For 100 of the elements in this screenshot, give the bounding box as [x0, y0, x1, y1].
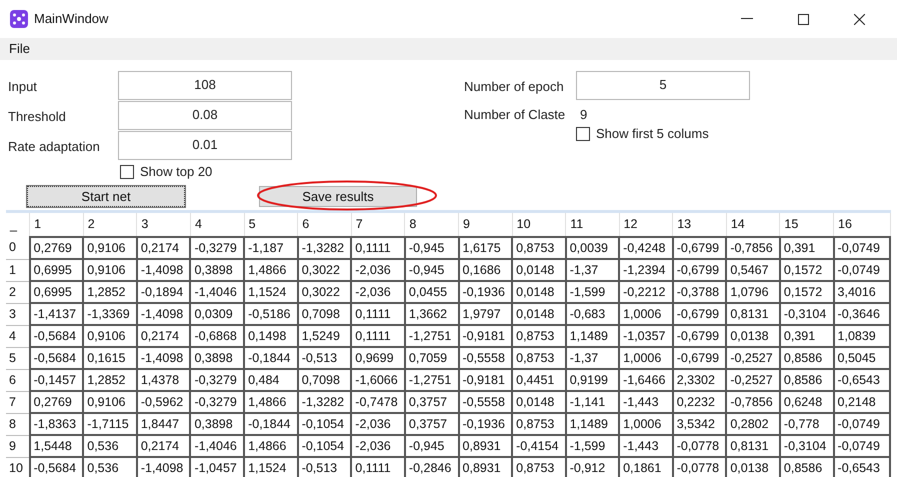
table-cell: 0,3757: [404, 413, 459, 435]
column-header[interactable]: 3: [136, 213, 190, 237]
table-cell: -0,1936: [458, 281, 512, 303]
column-header[interactable]: 13: [672, 213, 726, 237]
table-cell: -0,4248: [619, 237, 673, 259]
row-header: 1: [6, 259, 30, 281]
checkbox[interactable]: [120, 164, 134, 179]
row-header: 6: [6, 369, 30, 391]
table-cell: 0,8586: [780, 369, 834, 391]
table-cell: 0,2802: [726, 413, 780, 435]
column-header[interactable]: 16: [834, 213, 890, 237]
table-cell: 1,4866: [244, 391, 298, 413]
table-cell: 0,2148: [834, 391, 890, 413]
table-cell: -0,5684: [30, 347, 84, 369]
table-cell: 0,9106: [83, 325, 137, 347]
column-header[interactable]: 7: [351, 213, 405, 237]
table-cell: 0,5467: [726, 259, 780, 281]
table-cell: 0,6248: [780, 391, 834, 413]
table-cell: 3,5342: [672, 413, 726, 435]
table-cell: 0,0148: [512, 391, 566, 413]
table-cell: -0,0749: [834, 435, 890, 457]
input-field[interactable]: 0.01: [118, 130, 292, 160]
column-header[interactable]: 8: [404, 213, 459, 237]
table-cell: -0,2212: [619, 281, 673, 303]
field-label: Input: [8, 78, 38, 96]
column-header[interactable]: 2: [83, 213, 137, 237]
window-title: MainWindow: [34, 10, 108, 28]
table-cell: -1,3282: [298, 237, 352, 259]
table-cell: -0,9181: [458, 369, 512, 391]
table-cell: -0,3279: [190, 391, 244, 413]
table-cell: -2,036: [351, 259, 405, 281]
table-cell: 0,391: [780, 325, 834, 347]
table-cell: 0,7059: [404, 347, 459, 369]
table-cell: 0,6995: [30, 281, 84, 303]
field-label: Threshold: [8, 108, 67, 126]
column-header[interactable]: 9: [458, 213, 512, 237]
table-cell: -0,0749: [834, 259, 890, 281]
table-cell: 0,7098: [298, 303, 352, 325]
table-cell: -0,3788: [672, 281, 726, 303]
table-cell: 0,8131: [726, 303, 780, 325]
table-cell: 1,8447: [136, 413, 190, 435]
table-cell: -0,7856: [726, 391, 780, 413]
table-cell: 1,4378: [136, 369, 190, 391]
row-header: 4: [6, 325, 30, 347]
table-cell: 0,1572: [780, 259, 834, 281]
column-header[interactable]: 4: [190, 213, 244, 237]
column-header[interactable]: 10: [512, 213, 566, 237]
column-header[interactable]: 1: [30, 213, 84, 237]
column-header[interactable]: 12: [619, 213, 673, 237]
table-cell: 0,9106: [83, 391, 137, 413]
table-cell: 1,4866: [244, 435, 298, 457]
table-cell: -1,443: [619, 435, 673, 457]
table-cell: 0,391: [780, 237, 834, 259]
action-button[interactable]: Start net: [27, 186, 185, 206]
table-cell: -1,2394: [619, 259, 673, 281]
field-label: Rate adaptation: [8, 138, 101, 156]
table-cell: 0,9199: [566, 369, 620, 391]
table-cell: 0,1615: [83, 347, 137, 369]
column-header[interactable]: 11: [566, 213, 620, 237]
table-cell: -1,4098: [136, 259, 190, 281]
table-cell: 0,8753: [512, 347, 566, 369]
menu-item[interactable]: File: [4, 39, 35, 59]
table-cell: -0,3104: [780, 303, 834, 325]
column-header[interactable]: 6: [298, 213, 352, 237]
table-cell: 0,5045: [834, 347, 890, 369]
table-cell: 0,2769: [30, 237, 84, 259]
field-label: Number of Claste: [464, 106, 566, 124]
table-cell: 1,2852: [83, 369, 137, 391]
input-field[interactable]: 5: [576, 70, 750, 100]
table-cell: 0,1572: [780, 281, 834, 303]
table-cell: 1,1489: [566, 325, 620, 347]
table-cell: -0,1054: [298, 435, 352, 457]
table-cell: -0,3646: [834, 303, 890, 325]
row-header: 7: [6, 391, 30, 413]
table-cell: -0,1054: [298, 413, 352, 435]
column-header[interactable]: 5: [244, 213, 298, 237]
table-cell: -0,1894: [136, 281, 190, 303]
input-field[interactable]: 0.08: [118, 100, 292, 130]
table-cell: -0,5684: [30, 457, 84, 477]
table-cell: -1,37: [566, 347, 620, 369]
table-cell: -1,37: [566, 259, 620, 281]
row-header: 3: [6, 303, 30, 325]
column-header[interactable]: 15: [780, 213, 834, 237]
table-cell: -0,945: [404, 259, 459, 281]
table-cell: -0,7478: [351, 391, 405, 413]
input-field[interactable]: 108: [118, 70, 292, 100]
action-button[interactable]: Save results: [259, 186, 417, 206]
table-cell: -1,4137: [30, 303, 84, 325]
table-cell: -1,187: [244, 237, 298, 259]
table-cell: 0,0148: [512, 303, 566, 325]
table-cell: -2,036: [351, 413, 405, 435]
column-header[interactable]: 14: [726, 213, 780, 237]
table-cell: -1,443: [619, 391, 673, 413]
checkbox[interactable]: [576, 126, 590, 141]
table-cell: -0,6799: [672, 325, 726, 347]
table-cell: -0,2527: [726, 369, 780, 391]
cluster-count: 9: [580, 106, 588, 124]
table-cell: -0,0749: [834, 237, 890, 259]
table-cell: -1,8363: [30, 413, 84, 435]
table-cell: -1,4098: [136, 347, 190, 369]
